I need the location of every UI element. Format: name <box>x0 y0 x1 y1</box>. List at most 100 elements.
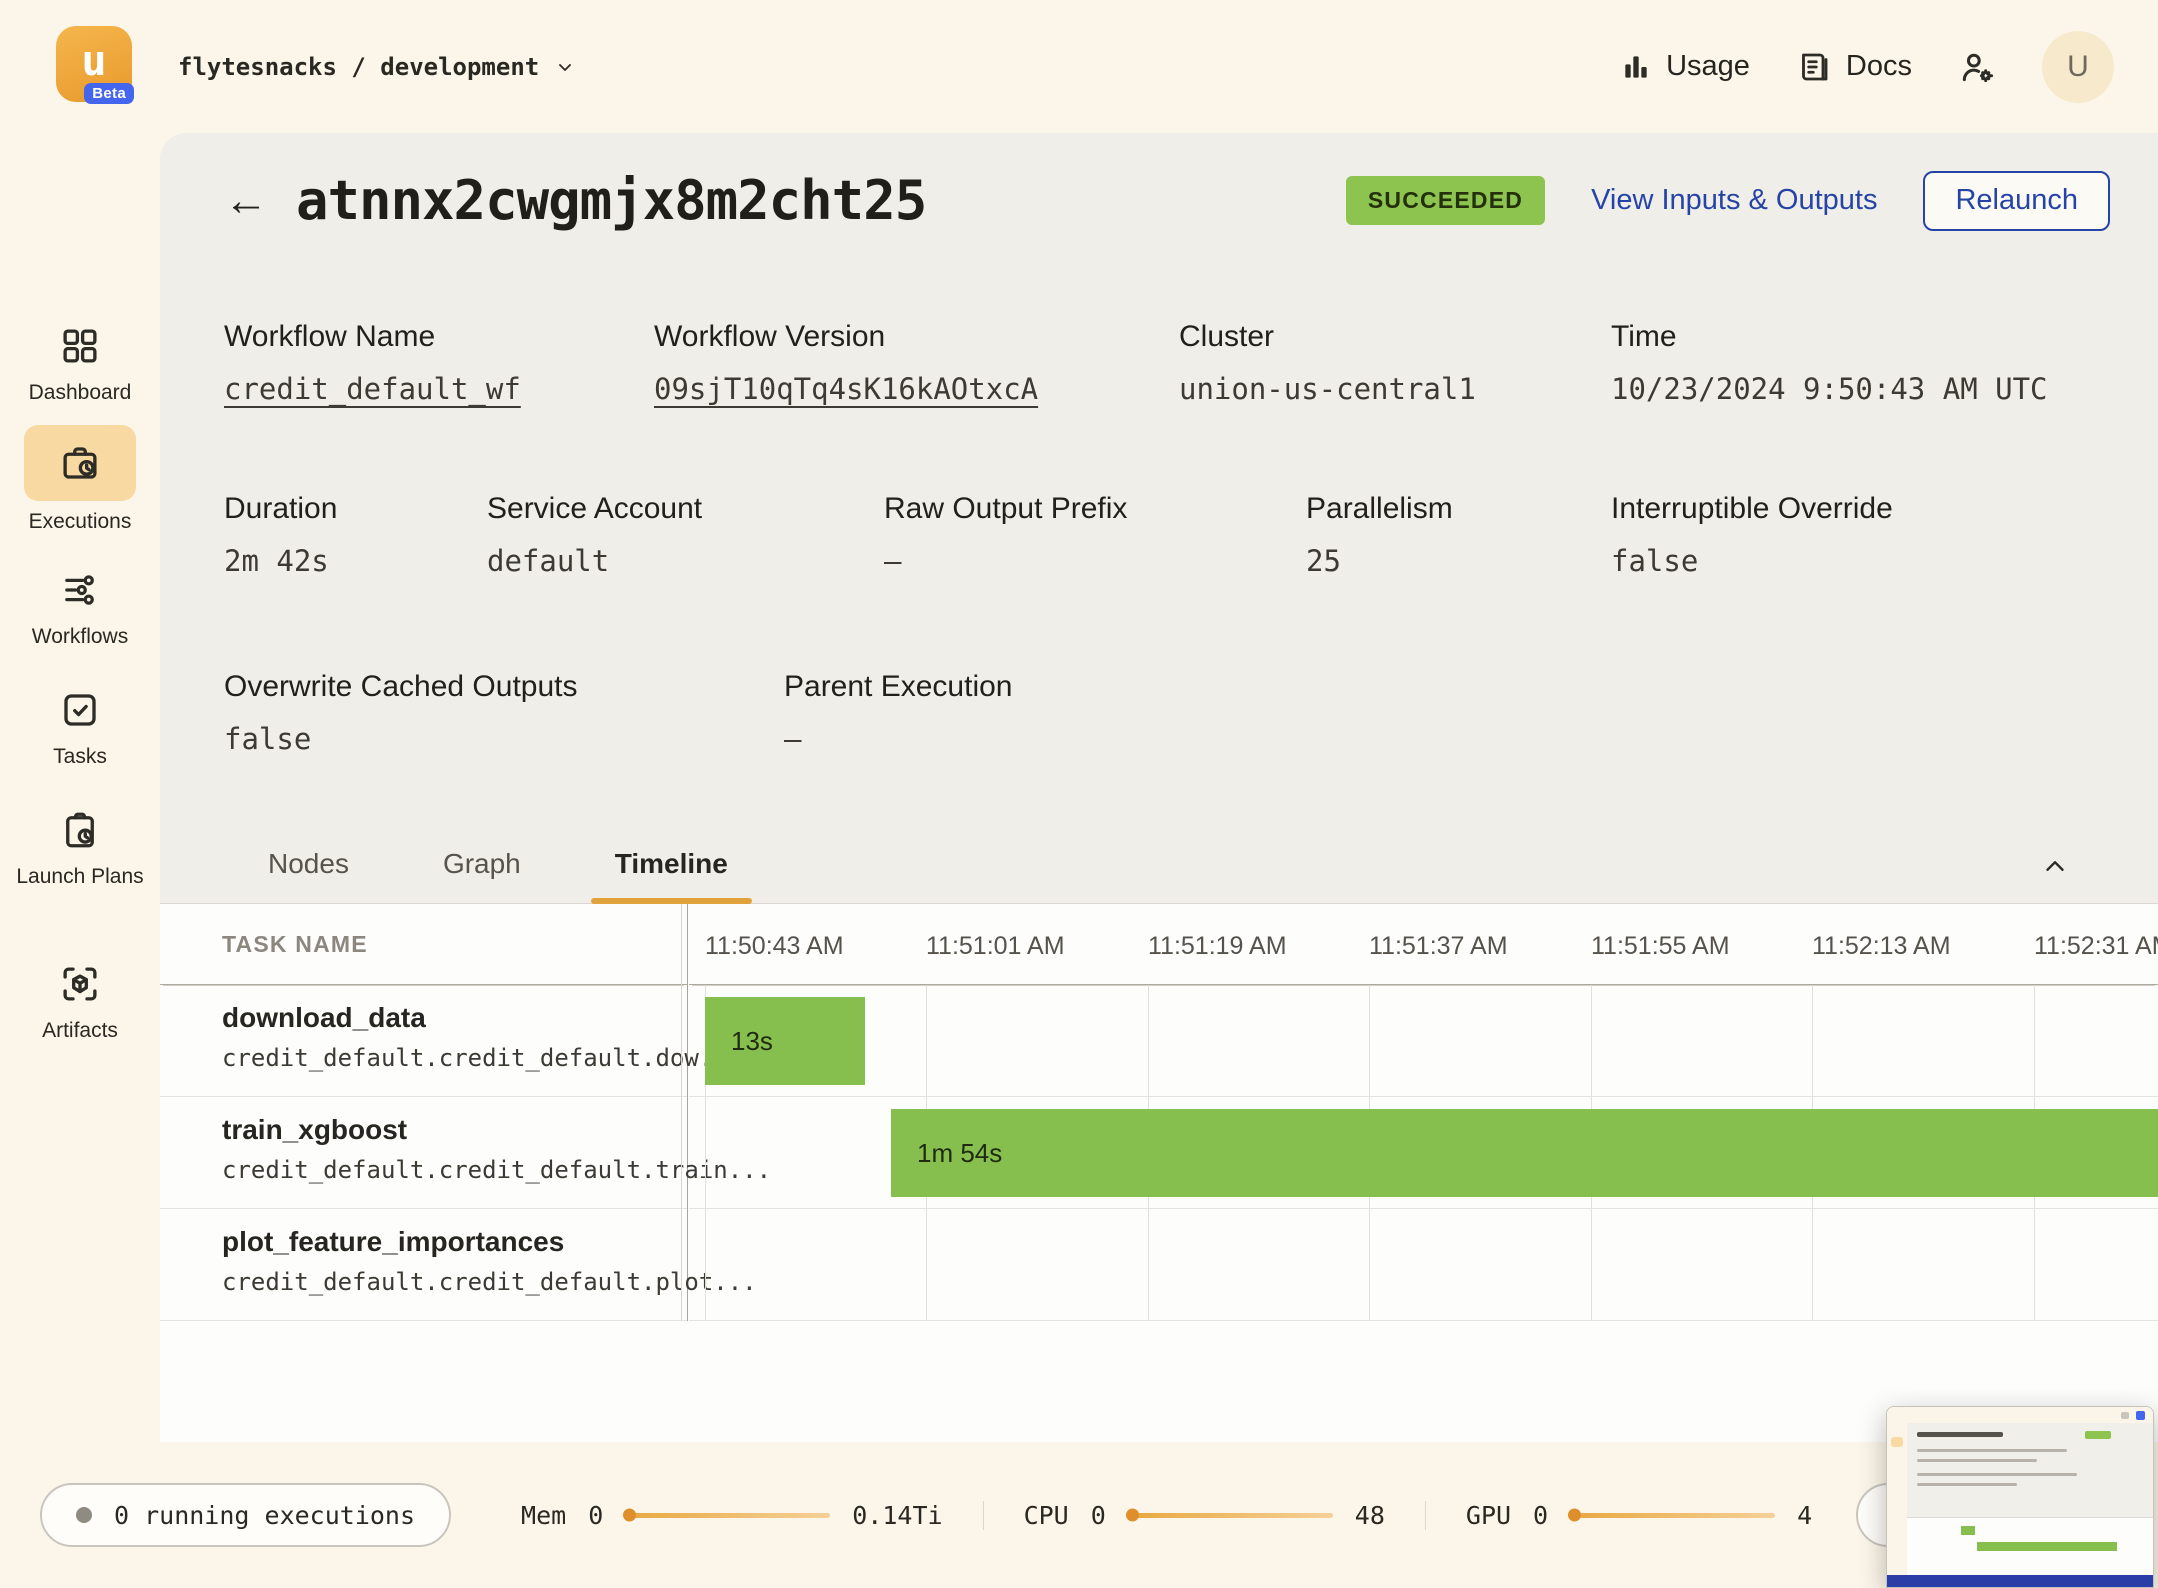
usage-button[interactable]: Usage <box>1620 50 1750 83</box>
task-subtitle: credit_default.credit_default.dow... <box>222 1044 687 1072</box>
docs-button[interactable]: Docs <box>1796 49 1912 85</box>
back-button[interactable]: ← <box>224 179 268 223</box>
task-row[interactable]: train_xgboost credit_default.credit_defa… <box>160 1097 687 1209</box>
tab-graph[interactable]: Graph <box>435 848 529 904</box>
meter-max: 4 <box>1797 1501 1812 1530</box>
pip-titlebar <box>1887 1407 2153 1423</box>
avatar[interactable]: U <box>2042 31 2114 103</box>
meter-value: 0 <box>588 1501 603 1530</box>
execution-header: ← atnnx2cwgmjx8m2cht25 SUCCEEDED View In… <box>160 133 2158 232</box>
field-overwrite-cached-outputs: Overwrite Cached Outputs false <box>224 670 784 756</box>
pip-mini-line <box>1917 1473 2077 1476</box>
bar-chart-icon <box>1620 51 1652 83</box>
breadcrumb[interactable]: flytesnacks / development <box>178 0 577 133</box>
status-badge: SUCCEEDED <box>1346 176 1545 225</box>
sidebar-item-workflows[interactable]: Workflows <box>0 569 160 650</box>
user-settings-button[interactable] <box>1958 48 1996 86</box>
pip-mini-content <box>1907 1423 2153 1575</box>
sidebar-label-workflows: Workflows <box>0 624 160 650</box>
pip-mini-highlight <box>1891 1437 1903 1447</box>
field-label: Workflow Version <box>654 320 1179 354</box>
field-label: Duration <box>224 492 487 526</box>
timeline-task-column-header: TASK NAME <box>160 904 687 985</box>
field-cluster: Cluster union-us-central1 <box>1179 320 1611 406</box>
task-subtitle: credit_default.credit_default.train... <box>222 1156 687 1184</box>
field-value: – <box>784 722 1012 756</box>
field-value: 25 <box>1306 544 1611 578</box>
workflow-version-link[interactable]: 09sjT10qTq4sK16kAOtxcA <box>654 372 1179 406</box>
gantt-bar-train-xgboost[interactable]: 1m 54s <box>891 1109 2158 1197</box>
resource-meters: Mem 0 0.14Ti CPU 0 48 GPU 0 4 <box>481 1501 1852 1530</box>
sidebar: Dashboard Executions Workflows Tasks Lau… <box>0 133 160 1442</box>
sidebar-item-executions[interactable]: Executions <box>0 425 160 535</box>
time-tick: 11:50:43 AM <box>705 932 844 961</box>
pip-body <box>1887 1423 2153 1575</box>
sidebar-item-artifacts[interactable]: Artifacts <box>0 963 160 1044</box>
status-dot <box>76 1507 92 1523</box>
field-value: – <box>884 544 1306 578</box>
time-tick: 11:51:55 AM <box>1591 932 1730 961</box>
timeline-view: TASK NAME download_data credit_default.c… <box>160 904 2158 1442</box>
meter-mem: Mem 0 0.14Ti <box>481 1501 983 1530</box>
pip-icon <box>2121 1412 2129 1419</box>
task-name[interactable]: download_data <box>222 1002 687 1034</box>
task-name[interactable]: train_xgboost <box>222 1114 687 1146</box>
field-duration: Duration 2m 42s <box>224 492 487 578</box>
executions-icon <box>59 442 101 484</box>
field-workflow-version: Workflow Version 09sjT10qTq4sK16kAOtxcA <box>654 320 1179 406</box>
docs-label: Docs <box>1846 50 1912 83</box>
view-inputs-outputs-link[interactable]: View Inputs & Outputs <box>1591 184 1877 217</box>
field-value: union-us-central1 <box>1179 372 1611 406</box>
pip-mini-line <box>1917 1449 2067 1452</box>
tab-nodes[interactable]: Nodes <box>260 848 357 904</box>
sidebar-item-dashboard[interactable]: Dashboard <box>0 325 160 406</box>
sidebar-item-launch-plans[interactable]: Launch Plans <box>0 809 160 890</box>
timeline-task-column[interactable]: TASK NAME download_data credit_default.c… <box>160 904 688 1321</box>
pip-mini-line <box>1917 1459 2037 1462</box>
task-row[interactable]: plot_feature_importances credit_default.… <box>160 1209 687 1321</box>
field-label: Overwrite Cached Outputs <box>224 670 784 704</box>
bar-duration-label: 13s <box>731 1026 773 1057</box>
task-name[interactable]: plot_feature_importances <box>222 1226 687 1258</box>
row-separator <box>689 1096 2158 1097</box>
field-service-account: Service Account default <box>487 492 884 578</box>
artifacts-icon <box>59 963 101 1005</box>
pip-mini-bar <box>1977 1542 2117 1551</box>
field-value: 2m 42s <box>224 544 487 578</box>
bar-duration-label: 1m 54s <box>917 1138 1002 1169</box>
details-row-2: Duration 2m 42s Service Account default … <box>160 492 2158 578</box>
sidebar-label-tasks: Tasks <box>0 744 160 770</box>
field-value: false <box>224 722 784 756</box>
field-label: Parallelism <box>1306 492 1611 526</box>
topbar-actions: Usage Docs U <box>1620 0 2114 133</box>
collapse-details-button[interactable] <box>2040 851 2070 886</box>
pip-mini-line <box>1917 1483 2017 1486</box>
relaunch-button[interactable]: Relaunch <box>1923 171 2110 231</box>
execution-detail-panel: ← atnnx2cwgmjx8m2cht25 SUCCEEDED View In… <box>160 133 2158 904</box>
pip-mini-title <box>1917 1432 2003 1437</box>
pip-preview-window[interactable] <box>1886 1406 2154 1588</box>
sidebar-item-tasks[interactable]: Tasks <box>0 689 160 770</box>
beta-badge: Beta <box>84 83 134 104</box>
task-name-header: TASK NAME <box>222 931 368 958</box>
execution-header-actions: SUCCEEDED View Inputs & Outputs Relaunch <box>1346 171 2110 231</box>
task-row[interactable]: download_data credit_default.credit_defa… <box>160 985 687 1097</box>
field-raw-output-prefix: Raw Output Prefix – <box>884 492 1306 578</box>
details-row-3: Overwrite Cached Outputs false Parent Ex… <box>160 670 2158 756</box>
breadcrumb-label: flytesnacks / development <box>178 53 539 81</box>
running-executions-label: 0 running executions <box>114 1501 415 1530</box>
gantt-bar-download-data[interactable]: 13s <box>705 997 865 1085</box>
user-gear-icon <box>1958 48 1996 86</box>
field-parent-execution: Parent Execution – <box>784 670 1012 756</box>
workflow-name-link[interactable]: credit_default_wf <box>224 372 654 406</box>
timeline-time-axis: 11:50:43 AM 11:51:01 AM 11:51:19 AM 11:5… <box>689 904 2158 985</box>
pip-mini-sidebar <box>1887 1423 1907 1575</box>
row-separator <box>689 1208 2158 1209</box>
union-logo-glyph: u <box>81 36 106 85</box>
time-tick: 11:51:01 AM <box>926 932 1065 961</box>
union-logo[interactable]: u Beta <box>56 26 132 102</box>
running-executions-pill[interactable]: 0 running executions <box>40 1483 451 1547</box>
meter-value: 0 <box>1091 1501 1106 1530</box>
meter-label: GPU <box>1466 1501 1511 1530</box>
tab-timeline[interactable]: Timeline <box>607 848 736 904</box>
